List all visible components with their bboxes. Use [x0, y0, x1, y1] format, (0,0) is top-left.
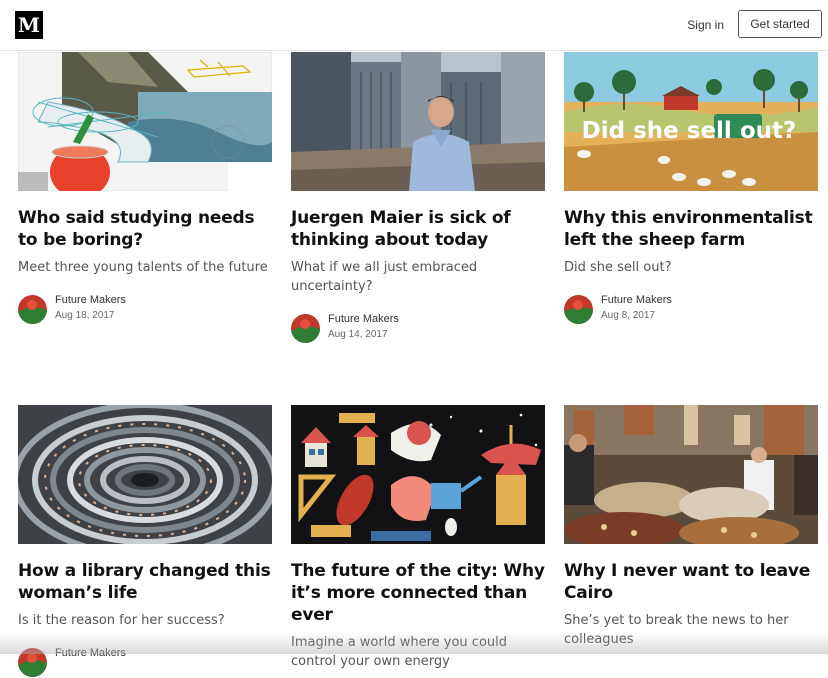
- top-navigation-bar: M Sign in Get started: [0, 0, 828, 51]
- post-subtitle[interactable]: What if we all just embraced uncertainty…: [291, 258, 545, 296]
- post-author: Future Makers Aug 14, 2017: [291, 312, 545, 344]
- author-name[interactable]: Future Makers: [55, 294, 126, 306]
- author-avatar[interactable]: [564, 295, 593, 324]
- post-card[interactable]: Juergen Maier is sick of thinking about …: [291, 52, 545, 344]
- post-subtitle[interactable]: Imagine a world where you could control …: [291, 633, 545, 671]
- author-name[interactable]: Future Makers: [601, 294, 672, 306]
- author-avatar[interactable]: [18, 648, 47, 677]
- post-thumbnail[interactable]: [18, 52, 272, 191]
- post-subtitle[interactable]: She’s yet to break the news to her colle…: [564, 611, 818, 649]
- post-author: Future Makers Aug 8, 2017: [564, 293, 818, 325]
- post-subtitle[interactable]: Did she sell out?: [564, 258, 818, 277]
- post-subtitle[interactable]: Is it the reason for her success?: [18, 611, 272, 630]
- post-thumbnail[interactable]: [291, 405, 545, 544]
- author-name[interactable]: Future Makers: [328, 313, 399, 325]
- post-title[interactable]: Juergen Maier is sick of thinking about …: [291, 207, 545, 251]
- post-title[interactable]: Why this environmentalist left the sheep…: [564, 207, 818, 251]
- post-date: Aug 8, 2017: [601, 310, 655, 321]
- post-thumbnail[interactable]: [18, 405, 272, 544]
- post-author: Future Makers Aug 18, 2017: [18, 293, 272, 325]
- medium-logo[interactable]: M: [15, 11, 43, 39]
- post-date: Aug 14, 2017: [328, 329, 388, 340]
- post-subtitle[interactable]: Meet three young talents of the future: [18, 258, 272, 277]
- post-title[interactable]: How a library changed this woman’s life: [18, 560, 272, 604]
- post-title[interactable]: Who said studying needs to be boring?: [18, 207, 272, 251]
- post-card[interactable]: Did she sell out? Why this environmental…: [564, 52, 818, 325]
- post-title[interactable]: The future of the city: Why it’s more co…: [291, 560, 545, 626]
- author-avatar[interactable]: [291, 314, 320, 343]
- post-thumbnail[interactable]: [291, 52, 545, 191]
- thumbnail-caption: Did she sell out?: [582, 118, 797, 144]
- sign-in-link[interactable]: Sign in: [687, 18, 724, 32]
- author-name[interactable]: Future Makers: [55, 647, 126, 659]
- post-title[interactable]: Why I never want to leave Cairo: [564, 560, 818, 604]
- post-date: Aug 18, 2017: [55, 310, 115, 321]
- post-card[interactable]: The future of the city: Why it’s more co…: [291, 405, 545, 671]
- post-thumbnail[interactable]: [564, 405, 818, 544]
- post-card[interactable]: Who said studying needs to be boring? Me…: [18, 52, 272, 325]
- post-thumbnail[interactable]: Did she sell out?: [564, 52, 818, 191]
- post-author: Future Makers: [18, 646, 272, 678]
- post-card[interactable]: How a library changed this woman’s life …: [18, 405, 272, 678]
- author-avatar[interactable]: [18, 295, 47, 324]
- post-card[interactable]: Why I never want to leave Cairo She’s ye…: [564, 405, 818, 649]
- get-started-button[interactable]: Get started: [738, 10, 822, 38]
